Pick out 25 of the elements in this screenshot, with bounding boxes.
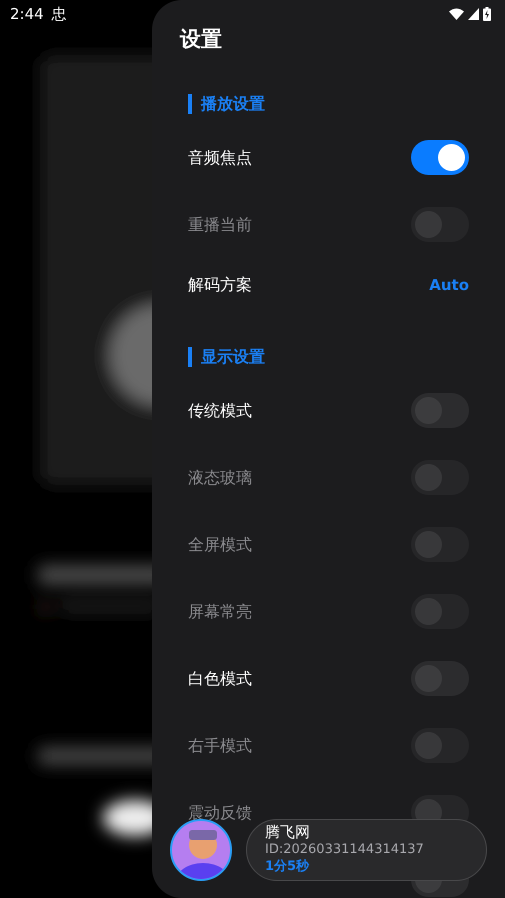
wifi-icon [449,8,464,20]
setting-label: 白色模式 [188,668,252,690]
setting-label: 重播当前 [188,214,252,236]
toggle-switch[interactable] [411,140,469,175]
page-title: 设置 [180,26,223,53]
setting-label: 传统模式 [188,400,252,422]
user-id: ID:20260331144314137 [265,841,425,858]
section-header: 播放设置 [188,94,469,114]
user-name: 腾飞网 [265,824,311,841]
setting-label: 液态玻璃 [188,466,252,488]
setting-label: 震动反馈 [188,802,252,824]
status-time: 2:44 [10,4,44,25]
setting-label: 右手模式 [188,734,252,756]
setting-label: 解码方案 [188,274,252,296]
setting-label: 全屏模式 [188,534,252,556]
setting-value[interactable]: Auto [429,274,469,296]
setting-label: 屏幕常亮 [188,600,252,622]
section-header: 显示设置 [188,347,469,367]
toggle-switch[interactable] [411,661,469,696]
battery-icon [483,7,491,21]
toggle-switch[interactable] [411,393,469,428]
signal-icon [468,8,479,20]
notification-icon: 忠 [52,2,67,26]
duration: 1分5秒 [265,858,310,875]
setting-label: 音频焦点 [188,146,252,168]
